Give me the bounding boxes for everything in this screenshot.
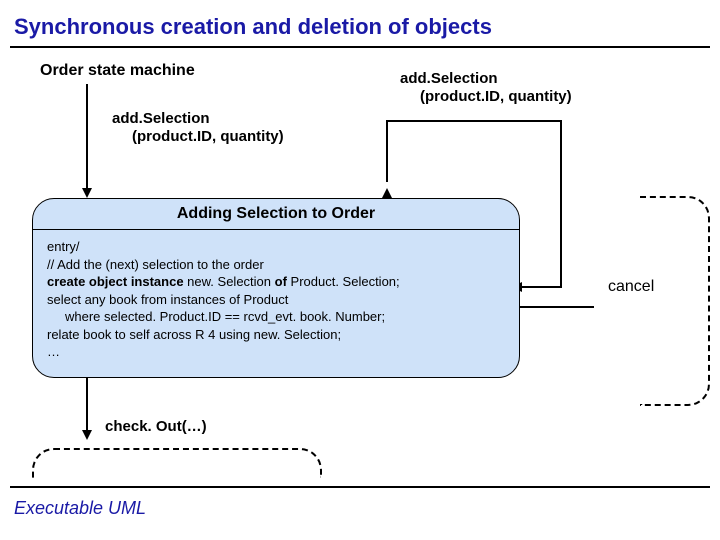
- trigger-left-line2: (product.ID, quantity): [112, 128, 284, 146]
- trigger-add-selection-right: add.Selection (product.ID, quantity): [400, 70, 572, 106]
- body-ellipsis: …: [47, 344, 60, 359]
- footer-text: Executable UML: [14, 498, 146, 519]
- kw-of: of: [275, 274, 287, 289]
- transition-arrow-checkout: [86, 378, 88, 438]
- body-select: select any book from instances of Produc…: [47, 292, 288, 307]
- body-comment: // Add the (next) selection to the order: [47, 257, 264, 272]
- footer-divider: [10, 486, 710, 488]
- body-entry: entry/: [47, 239, 80, 254]
- transition-arrow-selfloop-v1: [386, 120, 388, 182]
- trigger-right-line1: add.Selection: [400, 70, 498, 87]
- body-where: where selected. Product.ID == rcvd_evt. …: [47, 308, 505, 326]
- transition-arrow-initial: [86, 84, 88, 196]
- body-l3-mid: new. Selection: [184, 274, 275, 289]
- diagram-canvas: Order state machine add.Selection (produ…: [0, 48, 720, 458]
- trigger-left-line1: add.Selection: [112, 110, 210, 127]
- arrowhead-icon: [382, 188, 392, 198]
- state-entry-action: entry/ // Add the (next) selection to th…: [33, 230, 519, 371]
- transition-arrow-selfloop-h2: [520, 286, 562, 288]
- transition-arrow-cancel: [520, 306, 594, 308]
- kw-create-object-instance: create object instance: [47, 274, 184, 289]
- arrowhead-icon: [82, 430, 92, 440]
- arrowhead-icon: [82, 188, 92, 198]
- page-title: Synchronous creation and deletion of obj…: [0, 0, 720, 46]
- transition-label-checkout: check. Out(…): [105, 418, 207, 435]
- state-name: Adding Selection to Order: [33, 199, 519, 230]
- body-l3-post: Product. Selection;: [287, 274, 400, 289]
- body-relate: relate book to self across R 4 using new…: [47, 327, 341, 342]
- trigger-right-line2: (product.ID, quantity): [400, 88, 572, 106]
- transition-arrow-selfloop-h1: [386, 120, 562, 122]
- partial-state-right: [640, 196, 710, 406]
- transition-arrow-selfloop-v2: [560, 120, 562, 288]
- state-machine-heading: Order state machine: [40, 62, 195, 80]
- partial-state-bottom: [32, 448, 322, 478]
- state-adding-selection: Adding Selection to Order entry/ // Add …: [32, 198, 520, 378]
- trigger-add-selection-left: add.Selection (product.ID, quantity): [112, 110, 284, 146]
